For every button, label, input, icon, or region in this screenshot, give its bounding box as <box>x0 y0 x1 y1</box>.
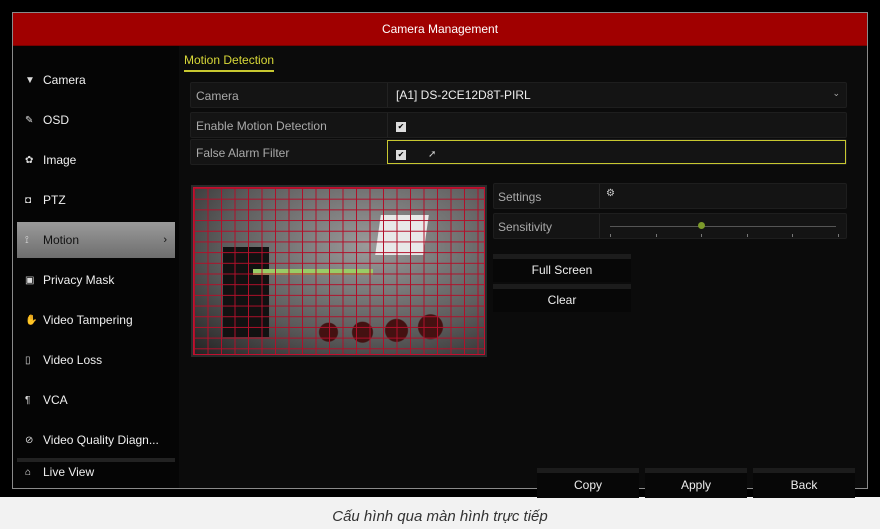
apply-button[interactable]: Apply <box>645 468 747 498</box>
sidebar-item-label: Camera <box>43 73 86 87</box>
mouse-cursor-icon: ➚ <box>428 149 437 160</box>
sidebar-item-label: Video Loss <box>43 353 103 367</box>
camera-row: Camera [A1] DS-2CE12D8T-PIRL ⌄ <box>190 82 847 108</box>
sidebar-item-label: Motion <box>43 233 80 247</box>
ptz-icon: ◘ <box>25 194 32 206</box>
slider-tick <box>746 234 748 237</box>
video-loss-icon: ▯ <box>25 354 31 366</box>
chevron-right-icon: › <box>163 234 167 246</box>
main-panel: Motion Detection Camera [A1] DS-2CE12D8T… <box>179 46 867 498</box>
sidebar-item-osd[interactable]: ✎ OSD <box>17 102 175 138</box>
sidebar-item-label: PTZ <box>43 193 66 207</box>
sidebar: ▼ Camera ✎ OSD ✿ Image ◘ PTZ ⟟ Motion › ▣ Priva… <box>13 46 179 488</box>
camera-icon: ▼ <box>25 74 35 86</box>
slider-tick <box>792 234 794 237</box>
tab-motion-detection[interactable]: Motion Detection <box>184 53 275 72</box>
camera-label: Camera <box>196 89 239 103</box>
privacy-mask-icon: ▣ <box>25 274 35 286</box>
gear-icon[interactable]: ⚙ <box>606 188 615 199</box>
sidebar-item-label: VCA <box>43 393 68 407</box>
sensitivity-label: Sensitivity <box>498 220 553 234</box>
live-view-label: Live View <box>43 465 95 479</box>
settings-value: ⚙ <box>599 184 846 208</box>
slider-tick <box>610 234 611 237</box>
sidebar-item-label: Video Tampering <box>43 313 133 327</box>
hand-icon: ✋ <box>25 314 38 326</box>
home-icon: ⌂ <box>25 466 32 478</box>
motion-grid <box>193 187 485 355</box>
camera-management-window: Camera Management ▼ Camera ✎ OSD ✿ Image ◘ P… <box>12 12 868 498</box>
slider-tick <box>838 234 839 237</box>
copy-button[interactable]: Copy <box>537 468 639 498</box>
dvr-screen: Camera Management ▼ Camera ✎ OSD ✿ Image ◘ P… <box>0 0 880 498</box>
settings-row: Settings ⚙ <box>493 183 847 209</box>
false-alarm-label: False Alarm Filter <box>196 146 290 160</box>
sensitivity-row: Sensitivity <box>493 213 847 239</box>
vca-icon: ¶ <box>25 394 31 406</box>
sidebar-item-image[interactable]: ✿ Image <box>17 142 175 178</box>
slider-track <box>610 226 836 227</box>
enable-motion-value: ✔ <box>387 113 846 137</box>
enable-motion-checkbox[interactable]: ✔ <box>396 122 406 132</box>
motion-area-preview[interactable] <box>191 185 487 357</box>
slider-tick <box>655 234 657 237</box>
sidebar-item-video-tampering[interactable]: ✋ Video Tampering <box>17 302 175 338</box>
back-button[interactable]: Back <box>753 468 855 498</box>
sidebar-item-label: Video Quality Diagn... <box>43 433 159 447</box>
osd-icon: ✎ <box>25 114 34 126</box>
sidebar-item-camera[interactable]: ▼ Camera <box>17 62 175 98</box>
enable-motion-label: Enable Motion Detection <box>196 119 327 133</box>
enable-motion-row: Enable Motion Detection ✔ <box>190 112 847 138</box>
sidebar-item-vca[interactable]: ¶ VCA <box>17 382 175 418</box>
sidebar-item-privacy-mask[interactable]: ▣ Privacy Mask <box>17 262 175 298</box>
caption: Cấu hình qua màn hình trực tiếp <box>332 508 548 525</box>
camera-value: [A1] DS-2CE12D8T-PIRL <box>396 88 531 102</box>
false-alarm-row: False Alarm Filter ✔ ➚ <box>190 139 847 165</box>
slider-tick <box>701 234 703 237</box>
false-alarm-value: ✔ ➚ <box>387 140 846 164</box>
chevron-down-icon: ⌄ <box>832 88 840 98</box>
image-icon: ✿ <box>25 154 34 166</box>
window-title: Camera Management <box>13 13 867 46</box>
sidebar-item-motion[interactable]: ⟟ Motion › <box>17 222 175 258</box>
live-view-button[interactable]: ⌂ Live View <box>17 458 175 482</box>
diagnostics-icon: ⊘ <box>25 434 34 446</box>
sidebar-item-label: Privacy Mask <box>43 273 115 287</box>
sensitivity-slider[interactable] <box>599 214 846 238</box>
full-screen-button[interactable]: Full Screen <box>493 254 631 282</box>
motion-icon: ⟟ <box>25 234 29 246</box>
settings-label: Settings <box>498 190 542 204</box>
false-alarm-checkbox[interactable]: ✔ <box>396 150 406 160</box>
slider-knob[interactable] <box>698 222 706 229</box>
sidebar-item-label: Image <box>43 153 77 167</box>
sidebar-item-ptz[interactable]: ◘ PTZ <box>17 182 175 218</box>
sidebar-item-video-loss[interactable]: ▯ Video Loss <box>17 342 175 378</box>
sidebar-item-video-quality-diagnostics[interactable]: ⊘ Video Quality Diagn... <box>17 422 175 458</box>
clear-button[interactable]: Clear <box>493 284 631 312</box>
camera-select[interactable]: [A1] DS-2CE12D8T-PIRL ⌄ <box>387 83 846 107</box>
sidebar-item-label: OSD <box>43 113 70 127</box>
